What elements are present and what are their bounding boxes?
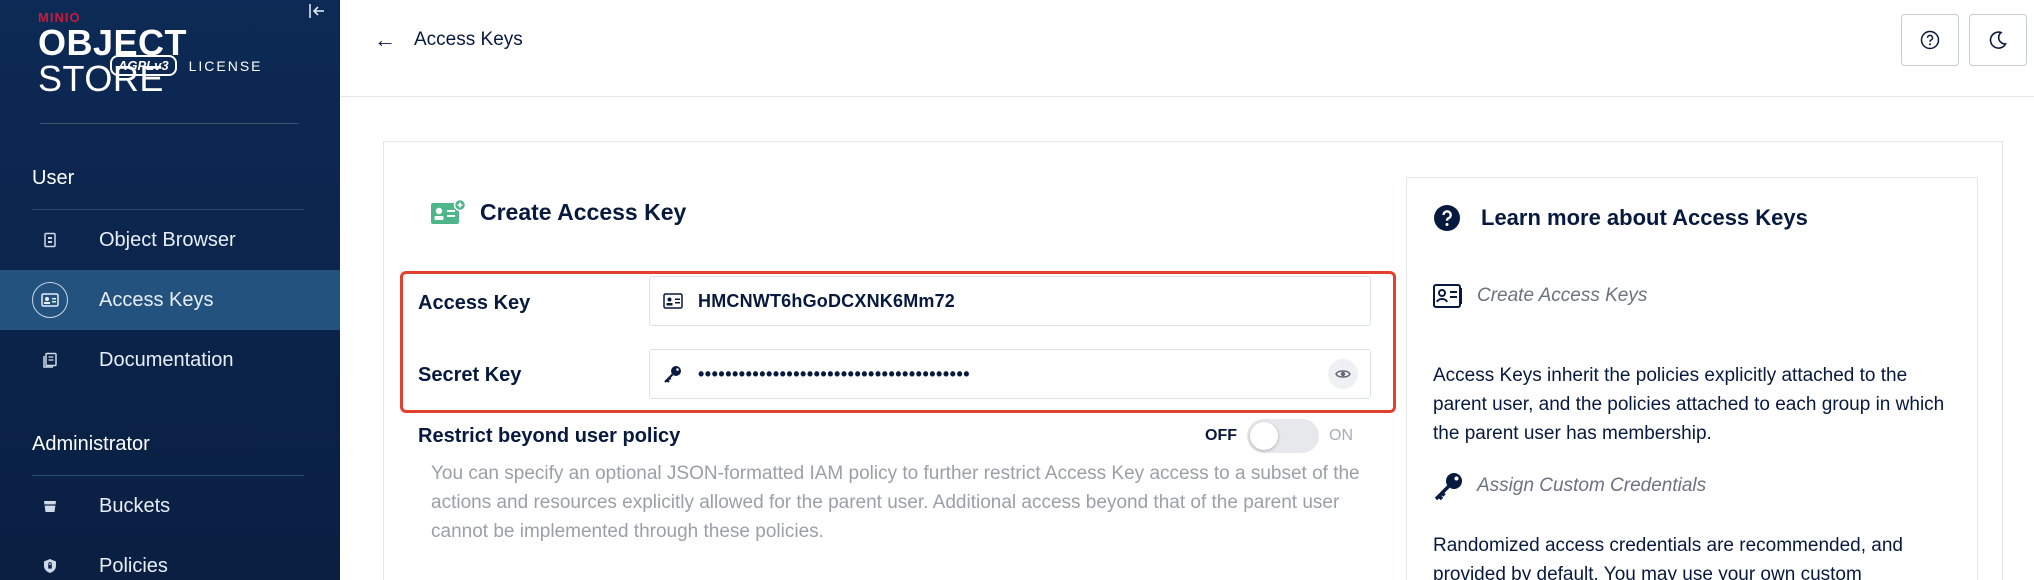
sidebar-item-label: Policies [99, 554, 168, 577]
help-assign-text: Randomized access credentials are recomm… [1433, 535, 1903, 580]
access-key-value: HMCNWT6hGoDCXNK6Mm72 [698, 290, 956, 311]
dark-mode-toggle-button[interactable] [1969, 14, 2027, 66]
sidebar-item-access-keys[interactable]: Access Keys [0, 270, 340, 330]
help-create-text: Access Keys inherit the policies explici… [1433, 365, 1945, 444]
access-keys-icon [32, 282, 68, 318]
restrict-policy-label: Restrict beyond user policy [418, 425, 681, 447]
help-title-text: Learn more about Access Keys [1481, 205, 1808, 230]
question-circle-filled-icon [1434, 205, 1460, 231]
brand-license: AGPLv3 LICENSE [110, 55, 263, 76]
sidebar: MINIO OBJECT STORE AGPLv3 LICENSE User O… [0, 0, 340, 580]
sidebar-item-label: Documentation [99, 348, 234, 371]
toggle-on-label: ON [1329, 427, 1353, 444]
sidebar-item-label: Access Keys [99, 288, 214, 311]
back-arrow-icon: ← [374, 27, 396, 52]
restrict-policy-description: You can specify an optional JSON-formatt… [431, 463, 1360, 542]
page-header: ← Access Keys [340, 0, 2034, 97]
toggle-knob [1250, 422, 1278, 450]
id-card-icon [1433, 284, 1462, 308]
sidebar-item-policies[interactable]: Policies [0, 536, 340, 580]
collapse-icon [309, 4, 324, 18]
help-create-heading: Create Access Keys [1433, 284, 1647, 308]
sidebar-item-buckets[interactable]: Buckets [0, 476, 340, 536]
show-secret-button[interactable] [1328, 359, 1358, 389]
license-text: LICENSE [188, 57, 263, 74]
access-key-card-icon [431, 198, 466, 224]
policies-icon [32, 548, 68, 580]
question-circle-icon [1920, 30, 1940, 50]
access-key-field[interactable]: HMCNWT6hGoDCXNK6Mm72 [649, 276, 1371, 326]
page-title: Access Keys [414, 29, 523, 50]
section-title-administrator: Administrator [32, 433, 150, 455]
toggle-off-label: OFF [1205, 427, 1237, 444]
help-button[interactable] [1901, 14, 1959, 66]
key-icon [1434, 473, 1462, 501]
secret-key-value: •••••••••••••••••••••••••••••••••••••••• [698, 363, 971, 384]
documentation-icon [32, 342, 68, 378]
buckets-icon [32, 488, 68, 524]
object-browser-icon [32, 222, 68, 258]
secret-key-field[interactable]: •••••••••••••••••••••••••••••••••••••••• [649, 349, 1371, 399]
secret-key-label: Secret Key [418, 364, 522, 386]
sidebar-item-label: Buckets [99, 494, 171, 517]
back-link[interactable]: ← Access Keys [374, 26, 523, 54]
form-title-text: Create Access Key [480, 198, 687, 225]
agpl-badge: AGPLv3 [110, 55, 177, 76]
restrict-policy-toggle[interactable] [1247, 419, 1319, 453]
eye-icon [1335, 370, 1351, 378]
sidebar-item-object-browser[interactable]: Object Browser [0, 210, 340, 270]
moon-icon [1989, 31, 2007, 49]
section-title-user: User [32, 167, 75, 189]
help-panel: Learn more about Access Keys Create Acce… [1406, 177, 1978, 580]
help-title: Learn more about Access Keys [1433, 204, 1808, 232]
collapse-sidebar-button[interactable] [306, 2, 328, 24]
brand-logo: MINIO OBJECT STORE [38, 10, 308, 97]
help-assign-heading-text: Assign Custom Credentials [1477, 475, 1707, 496]
key-icon [662, 363, 684, 385]
brand-divider [40, 123, 298, 124]
form-title: Create Access Key [430, 198, 686, 226]
restrict-policy-toggle-group: OFF ON [1205, 419, 1353, 453]
id-card-icon [662, 290, 684, 312]
access-key-label: Access Key [418, 292, 531, 314]
app-root: MINIO OBJECT STORE AGPLv3 LICENSE User O… [0, 0, 2034, 580]
sidebar-item-label: Object Browser [99, 228, 236, 251]
help-create-heading-text: Create Access Keys [1477, 285, 1648, 306]
help-assign-heading: Assign Custom Credentials [1433, 470, 1706, 502]
sidebar-item-documentation[interactable]: Documentation [0, 330, 340, 390]
